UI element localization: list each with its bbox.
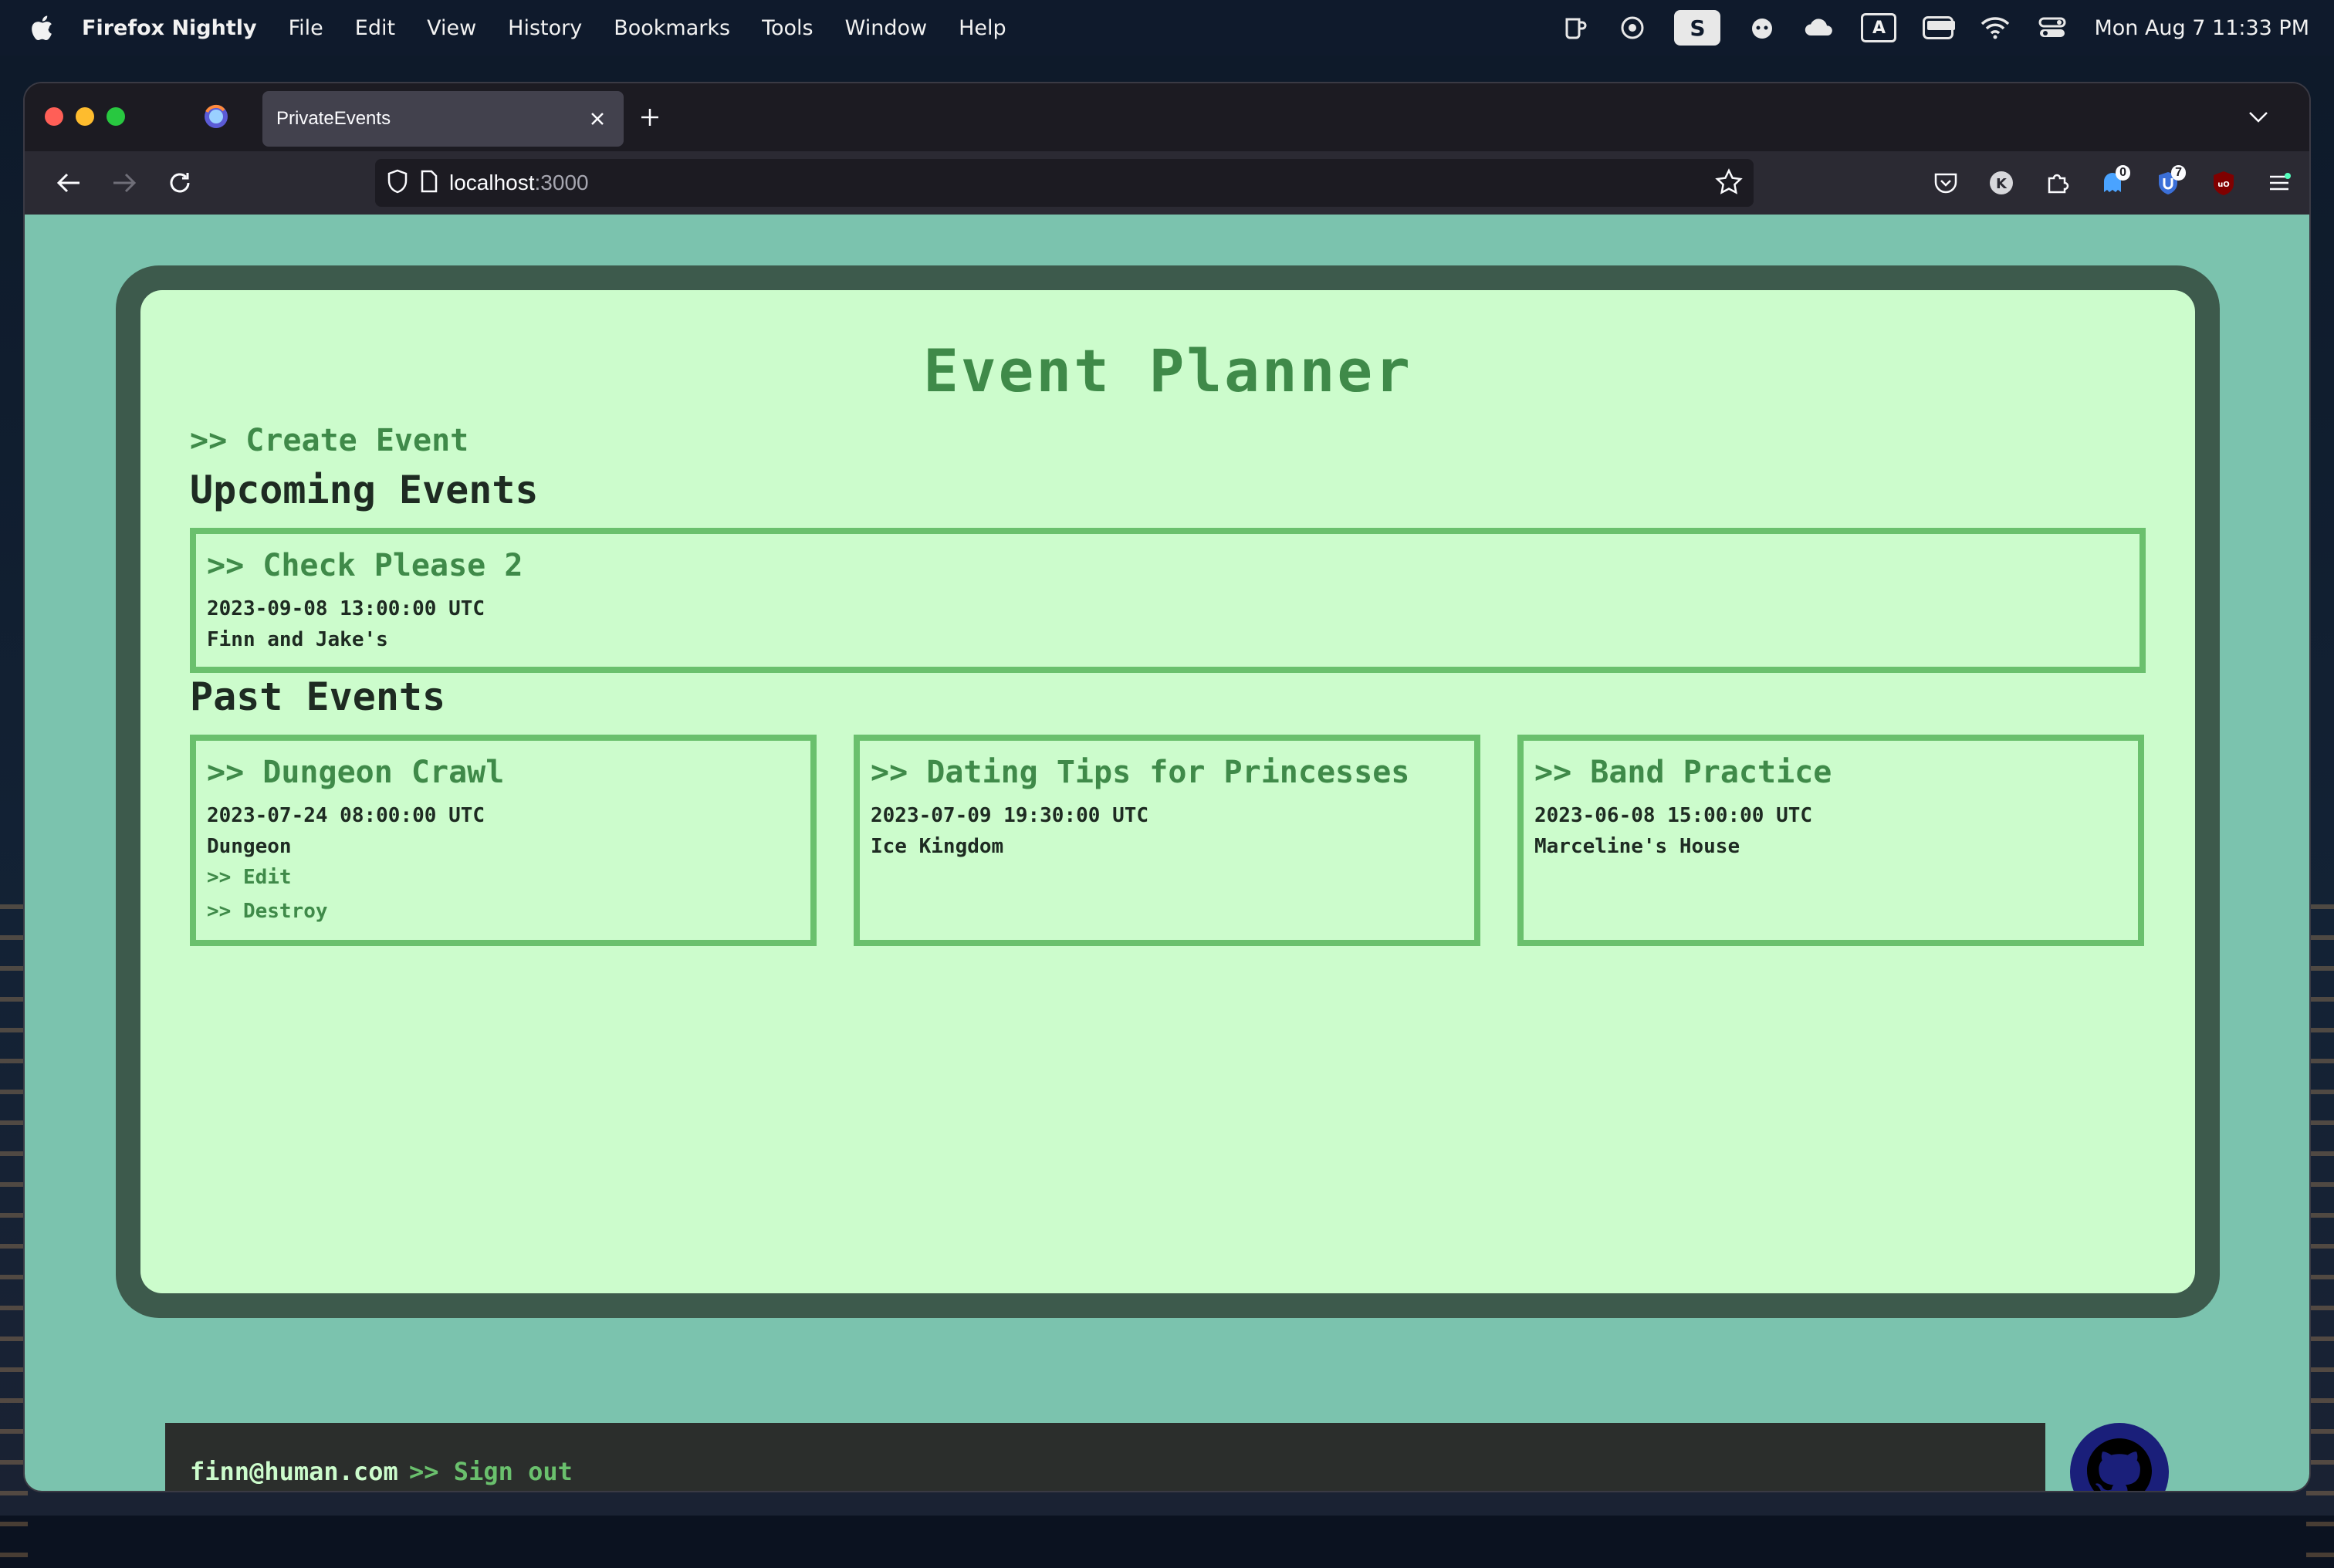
create-event-link[interactable]: >> Create Event	[190, 423, 468, 458]
battery-icon[interactable]	[1923, 12, 1956, 43]
menu-bookmarks[interactable]: Bookmarks	[614, 16, 730, 40]
sign-out-link[interactable]: >> Sign out	[409, 1457, 573, 1486]
browser-window: PrivateEvents localhost:3000 K 0 7 uO Ev…	[25, 83, 2309, 1491]
menu-view[interactable]: View	[427, 16, 476, 40]
event-title-link[interactable]: >> Band Practice	[1534, 755, 1832, 790]
minimize-window-button[interactable]	[76, 107, 94, 126]
bookmark-star-icon[interactable]	[1715, 168, 1743, 200]
event-title-link[interactable]: >> Check Please 2	[207, 548, 523, 583]
ublock-origin-icon[interactable]: uO	[2206, 165, 2241, 201]
record-icon[interactable]	[1617, 12, 1648, 43]
footer-bar: finn@human.com >> Sign out	[165, 1423, 2045, 1491]
reload-icon[interactable]	[162, 165, 198, 201]
k-extension-icon[interactable]: K	[1984, 165, 2019, 201]
pocket-icon[interactable]	[1928, 165, 1964, 201]
event-title-link[interactable]: >> Dating Tips for Princesses	[871, 755, 1409, 790]
forward-arrow-icon[interactable]	[107, 165, 142, 201]
apple-menu-icon[interactable]	[29, 14, 54, 42]
ghost-extension-icon[interactable]: 0	[2095, 165, 2130, 201]
menu-tools[interactable]: Tools	[762, 16, 814, 40]
destroy-event-link[interactable]: >> Destroy	[207, 900, 328, 923]
event-date: 2023-09-08 13:00:00 UTC	[207, 597, 485, 620]
url-bar[interactable]: localhost:3000	[375, 159, 1754, 207]
event-date: 2023-07-09 19:30:00 UTC	[871, 804, 1149, 827]
cat-face-icon[interactable]	[1747, 12, 1778, 43]
shield-extension-icon[interactable]: 7	[2150, 165, 2186, 201]
event-location: Dungeon	[207, 835, 292, 858]
menubar-status-area: S A Mon Aug 7 11:33 PM	[1560, 0, 2309, 56]
page-title: Event Planner	[923, 336, 1412, 405]
event-location: Finn and Jake's	[207, 628, 388, 651]
event-location: Ice Kingdom	[871, 835, 1004, 858]
event-card-band-practice: >> Band Practice 2023-06-08 15:00:00 UTC…	[1517, 735, 2144, 946]
s-app-icon[interactable]: S	[1674, 10, 1721, 46]
input-source-icon[interactable]: A	[1861, 13, 1897, 42]
close-tab-icon[interactable]	[582, 103, 613, 134]
user-email: finn@human.com	[190, 1457, 398, 1486]
menu-history[interactable]: History	[508, 16, 582, 40]
menu-file[interactable]: File	[289, 16, 323, 40]
github-icon	[2087, 1438, 2152, 1491]
event-card-dungeon-crawl: >> Dungeon Crawl 2023-07-24 08:00:00 UTC…	[190, 735, 817, 946]
navigation-toolbar: localhost:3000 K 0 7 uO	[25, 151, 2309, 215]
wallpaper-city-lights	[0, 904, 28, 1568]
new-tab-icon[interactable]	[633, 100, 667, 134]
event-date: 2023-06-08 15:00:00 UTC	[1534, 804, 1813, 827]
tab-privateevents[interactable]: PrivateEvents	[262, 91, 624, 147]
github-link-button[interactable]	[2070, 1423, 2169, 1491]
menu-window[interactable]: Window	[845, 16, 927, 40]
wallpaper-city-lights	[2306, 904, 2334, 1568]
hamburger-menu-icon[interactable]	[2261, 165, 2297, 201]
event-title-link[interactable]: >> Dungeon Crawl	[207, 755, 504, 790]
back-arrow-icon[interactable]	[51, 165, 86, 201]
shield-icon[interactable]	[386, 169, 409, 198]
page-viewport: Event Planner >> Create Event Upcoming E…	[25, 215, 2309, 1491]
extension-badge: 7	[2171, 165, 2186, 181]
app-name-menu[interactable]: Firefox Nightly	[82, 16, 257, 40]
menu-edit[interactable]: Edit	[355, 16, 395, 40]
tab-bar: PrivateEvents	[25, 83, 2309, 151]
past-events-heading: Past Events	[190, 674, 446, 719]
svg-text:uO: uO	[2217, 181, 2230, 189]
extensions-puzzle-icon[interactable]	[2039, 165, 2075, 201]
menu-help[interactable]: Help	[959, 16, 1006, 40]
page-icon[interactable]	[420, 170, 438, 197]
control-center-icon[interactable]	[2037, 12, 2068, 43]
tab-title: PrivateEvents	[276, 108, 391, 129]
url-text[interactable]: localhost:3000	[449, 171, 589, 195]
firefox-view-icon[interactable]	[202, 103, 230, 130]
event-date: 2023-07-24 08:00:00 UTC	[207, 804, 485, 827]
chevron-down-icon[interactable]	[2241, 100, 2275, 134]
mug-icon[interactable]	[1560, 12, 1591, 43]
event-card-dating-tips: >> Dating Tips for Princesses 2023-07-09…	[854, 735, 1480, 946]
notification-badge: 0	[2116, 165, 2130, 181]
wifi-icon[interactable]	[1980, 12, 2011, 43]
event-card-check-please-2: >> Check Please 2 2023-09-08 13:00:00 UT…	[190, 528, 2146, 673]
retro-monitor-frame: Event Planner >> Create Event Upcoming E…	[116, 265, 2220, 1318]
app-screen: Event Planner >> Create Event Upcoming E…	[140, 290, 2195, 1293]
menubar-clock[interactable]: Mon Aug 7 11:33 PM	[2094, 16, 2309, 40]
edit-event-link[interactable]: >> Edit	[207, 866, 292, 889]
macos-menubar: Firefox Nightly File Edit View History B…	[0, 0, 2334, 56]
upcoming-events-heading: Upcoming Events	[190, 468, 539, 512]
svg-text:K: K	[1996, 176, 2008, 192]
close-window-button[interactable]	[45, 107, 63, 126]
cloud-icon[interactable]	[1804, 12, 1835, 43]
zoom-window-button[interactable]	[107, 107, 125, 126]
toolbar-extensions: K 0 7 uO	[1928, 151, 2297, 215]
event-location: Marceline's House	[1534, 835, 1740, 858]
